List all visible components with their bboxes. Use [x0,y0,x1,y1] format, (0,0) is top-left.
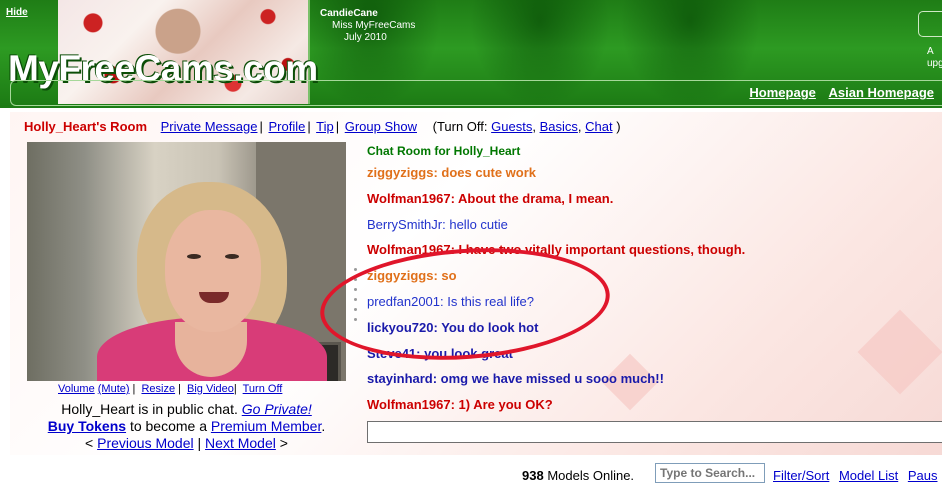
model-navigation-line: < Previous Model | Next Model > [27,435,346,451]
page-footer: 938 Models Online. Filter/Sort Model Lis… [10,455,942,488]
account-text-line2: upg [927,58,942,69]
webcam-video[interactable] [27,142,346,381]
chat-message: Wolfman1967: About the drama, I mean. [367,190,614,206]
turn-off-suffix: ) [616,119,621,134]
video-person-face [165,210,261,332]
room-status-line: Holly_Heart is in public chat. Go Privat… [27,401,346,417]
models-online-count: 938 [522,468,544,483]
turn-off-video-link[interactable]: Turn Off [243,383,283,395]
models-online-status: 938 Models Online. [522,468,634,483]
big-video-link[interactable]: Big Video [187,383,234,395]
hide-header-link[interactable]: Hide [6,7,28,18]
resize-link[interactable]: Resize [141,383,175,395]
model-nav-left-bracket: < [85,435,94,451]
mute-link[interactable]: (Mute) [98,383,130,395]
previous-model-link[interactable]: Previous Model [97,435,194,451]
turn-off-chat-link[interactable]: Chat [585,119,612,134]
turn-off-label: (Turn Off: Guests, Basics, Chat ) [432,119,621,134]
premium-promo-text: to become a [129,418,207,434]
premium-promo-end: . [321,418,326,434]
video-person-eye [225,254,239,259]
volume-link[interactable]: Volume [58,383,95,395]
turn-off-guests-link[interactable]: Guests [491,119,532,134]
nav-homepage-link[interactable]: Homepage [749,85,815,100]
turn-off-basics-link[interactable]: Basics [540,119,578,134]
featured-model-title: Miss MyFreeCams [332,20,416,31]
video-controls: Volume (Mute) | Resize | Big Video| Turn O… [58,383,283,395]
premium-member-link[interactable]: Premium Member [211,418,321,434]
go-private-link[interactable]: Go Private! [242,401,312,417]
featured-model-name[interactable]: CandieCane [320,8,415,20]
room-title: Holly_Heart's Room [24,119,148,134]
model-room-panel: Holly_Heart's Room Private Message | Prof… [10,112,942,488]
footer-links: Filter/Sort Model List Paus [773,468,942,483]
group-show-link[interactable]: Group Show [345,119,417,134]
model-list-link[interactable]: Model List [839,468,898,483]
model-search-input[interactable] [655,463,765,483]
featured-model-date: July 2010 [344,32,387,43]
room-status-text: Holly_Heart is in public chat. [61,401,238,417]
model-nav-separator: | [197,435,202,451]
chat-input[interactable] [367,421,942,443]
tip-link[interactable]: Tip [316,119,334,134]
models-online-label: Models Online. [547,468,635,483]
site-header: Hide MyFreeCams.com CandieCane Miss MyFr… [0,0,942,108]
chat-message: stayinhard: omg we have missed u sooo mu… [367,371,664,387]
chat-message: ziggyziggs: does cute work [367,165,537,180]
chat-message: Wolfman1967: 1) Are you OK? [367,397,553,413]
profile-link[interactable]: Profile [268,119,305,134]
login-button[interactable] [918,11,942,37]
filter-sort-link[interactable]: Filter/Sort [773,468,829,483]
next-model-link[interactable]: Next Model [205,435,276,451]
header-nav: Homepage Asian Homepage [740,85,934,100]
turn-off-prefix: (Turn Off: [432,119,488,134]
premium-promo-line: Buy Tokens to become a Premium Member. [27,418,346,434]
featured-model-info: CandieCane Miss MyFreeCams July 2010 [320,8,415,44]
room-toolbar: Holly_Heart's Room Private Message | Prof… [24,119,621,134]
account-text: A upg [927,46,942,70]
model-nav-right-bracket: > [279,435,288,451]
chat-room-title: Chat Room for Holly_Heart [367,144,521,158]
chat-message: BerrySmithJr: hello cutie [367,216,508,232]
video-person-eye [187,254,201,259]
private-message-link[interactable]: Private Message [161,119,258,134]
pause-link[interactable]: Paus [908,468,938,483]
nav-asian-homepage-link[interactable]: Asian Homepage [829,85,934,100]
buy-tokens-link[interactable]: Buy Tokens [48,418,126,434]
account-text-line1: A [927,46,934,57]
